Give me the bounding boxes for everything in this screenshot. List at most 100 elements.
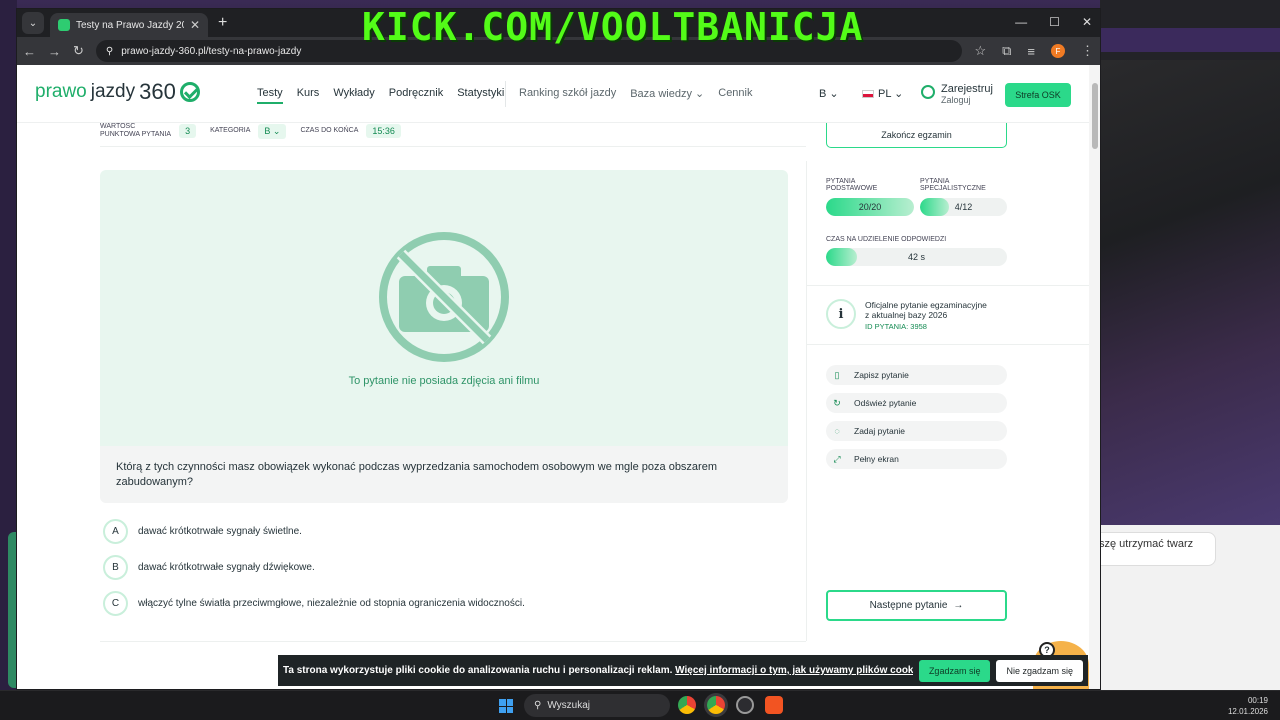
cookie-banner: Ta strona wykorzystuje pliki cookie do a… xyxy=(278,655,1088,686)
category-dropdown[interactable]: B ⌄ xyxy=(819,87,839,100)
cookie-text: Ta strona wykorzystuje pliki cookie do a… xyxy=(283,665,673,676)
progress-value: 42 s xyxy=(907,252,925,262)
nav-item-cennik[interactable]: Cennik xyxy=(718,87,752,100)
refresh-question-button[interactable]: ↻ Odśwież pytanie xyxy=(826,393,1007,413)
maximize-icon[interactable]: ☐ xyxy=(1049,15,1060,29)
no-photo-icon xyxy=(379,232,509,362)
nav-item-baza-wiedzy[interactable]: Baza wiedzy ⌄ xyxy=(630,87,704,100)
user-icon xyxy=(921,85,935,99)
stream-overlay-banner: KICK.COM/VOOLTBANICJA xyxy=(362,5,864,49)
tab-active[interactable]: Testy na Prawo Jazdy 2026 - Da ✕ xyxy=(50,13,208,37)
cookie-disagree-button[interactable]: Nie zgadzam się xyxy=(996,659,1083,682)
arrow-right-icon: → xyxy=(953,600,964,611)
nav-item-statystyki[interactable]: Statystyki xyxy=(457,87,504,104)
question-id: ID PYTANIA: 3958 xyxy=(865,322,927,331)
action-label: Zadaj pytanie xyxy=(854,426,906,436)
chrome-icon[interactable] xyxy=(678,696,696,714)
browser-window: ⌄ Testy na Prawo Jazdy 2026 - Da ✕ + KIC… xyxy=(17,5,1100,689)
answer-letter: B xyxy=(103,555,128,580)
bookmark-star-icon[interactable]: ☆ xyxy=(974,43,986,59)
close-window-icon[interactable]: ✕ xyxy=(1082,15,1092,29)
site-logo[interactable]: prawo jazdy 360 xyxy=(35,79,200,105)
profile-avatar[interactable]: F xyxy=(1051,44,1065,58)
extensions-icon[interactable]: ⧉ xyxy=(1002,43,1011,59)
forward-icon[interactable]: → xyxy=(48,44,61,59)
divider xyxy=(100,146,806,147)
cookie-message: Ta strona wykorzystuje pliki cookie do a… xyxy=(283,665,913,676)
category-value[interactable]: B ⌄ xyxy=(258,123,287,139)
answer-text: dawać krótkotrwałe sygnały dźwiękowe. xyxy=(138,562,315,573)
question-media-area: To pytanie nie posiada zdjęcia ani filmu xyxy=(100,170,788,446)
answer-text: włączyć tylne światła przeciwmgłowe, nie… xyxy=(138,598,525,609)
site-info-icon[interactable]: ⚲ xyxy=(106,46,113,57)
taskbar-search[interactable]: ⚲ Wyszukaj xyxy=(524,694,670,717)
question-source-info: Oficjalne pytanie egzaminacyjne z aktual… xyxy=(865,300,1015,332)
media-icon[interactable]: ≡ xyxy=(1027,44,1035,59)
register-link[interactable]: Zarejestruj xyxy=(941,83,993,95)
login-link[interactable]: Zaloguj xyxy=(941,95,993,105)
main-nav: Testy Kurs Wykłady Podręcznik Statystyki xyxy=(257,87,504,104)
ask-question-button[interactable]: ◌ Zadaj pytanie xyxy=(826,421,1007,441)
answer-option-a[interactable]: A dawać krótkotrwałe sygnały świetlne. xyxy=(103,519,302,544)
exam-content: WARTOŚĆ PUNKTOWA PYTANIA 3 KATEGORIA B ⌄ … xyxy=(17,123,1089,689)
logo-number: 360 xyxy=(139,79,176,104)
url-text: prawo-jazdy-360.pl/testy-na-prawo-jazdy xyxy=(121,45,302,57)
site-favicon-icon xyxy=(58,19,70,31)
basic-questions-progress: 20/20 xyxy=(826,198,914,216)
answer-option-b[interactable]: B dawać krótkotrwałe sygnały dźwiękowe. xyxy=(103,555,315,580)
progress-value: 20/20 xyxy=(858,202,882,212)
fullscreen-button[interactable]: ⤢ Pełny ekran xyxy=(826,449,1007,469)
save-question-button[interactable]: ▯ Zapisz pytanie xyxy=(826,365,1007,385)
refresh-icon: ↻ xyxy=(833,397,841,408)
chat-bubble: szę utrzymać twarz xyxy=(1090,532,1216,566)
poland-flag-icon xyxy=(862,89,874,98)
points-label: WARTOŚĆ PUNKTOWA PYTANIA xyxy=(100,123,172,138)
reload-icon[interactable]: ↻ xyxy=(73,43,84,59)
back-icon[interactable]: ← xyxy=(23,44,36,59)
nav-item-testy[interactable]: Testy xyxy=(257,87,283,104)
logo-word-2: jazdy xyxy=(90,81,136,102)
nav-item-ranking[interactable]: Ranking szkół jazdy xyxy=(519,87,616,100)
language-dropdown[interactable]: PL ⌄ xyxy=(862,87,903,100)
nav-item-wyklady[interactable]: Wykłady xyxy=(333,87,374,104)
next-question-button[interactable]: Następne pytanie → xyxy=(826,590,1007,621)
toolbar-right: ☆ ⧉ ≡ F ⋮ xyxy=(974,43,1094,59)
answer-letter: A xyxy=(103,519,128,544)
nav-item-kurs[interactable]: Kurs xyxy=(297,87,320,104)
time-left-value: 15:36 xyxy=(366,124,401,138)
answer-text: dawać krótkotrwałe sygnały świetlne. xyxy=(138,526,302,537)
answer-time-progress: 42 s xyxy=(826,248,1007,266)
divider xyxy=(807,285,1089,286)
cookie-info-link[interactable]: Więcej informacji o tym, jak używamy pli… xyxy=(675,665,913,676)
windows-start-icon[interactable] xyxy=(499,699,513,713)
clock-date: 12.01.2026 xyxy=(1227,707,1268,716)
cookie-agree-button[interactable]: Zgadzam się xyxy=(918,659,991,682)
time-left-label: CZAS DO KOŃCA xyxy=(300,127,359,134)
window-controls: — ☐ ✕ xyxy=(1015,15,1092,29)
new-tab-button[interactable]: + xyxy=(218,14,227,32)
minimize-icon[interactable]: — xyxy=(1015,15,1027,29)
answer-option-c[interactable]: C włączyć tylne światła przeciwmgłowe, n… xyxy=(103,591,525,616)
page-scrollbar[interactable] xyxy=(1089,65,1100,689)
tab-close-icon[interactable]: ✕ xyxy=(190,18,200,32)
tab-title: Testy na Prawo Jazdy 2026 - Da xyxy=(76,19,184,31)
scrollbar-thumb[interactable] xyxy=(1092,83,1098,149)
chrome-active-icon[interactable] xyxy=(707,696,725,714)
nav-item-podrecznik[interactable]: Podręcznik xyxy=(389,87,443,104)
chat-icon: ◌ xyxy=(834,426,840,436)
background-webcam-view xyxy=(1100,60,1280,525)
obs-icon[interactable] xyxy=(736,696,754,714)
answer-time-label: CZAS NA UDZIELENIE ODPOWIEDZI xyxy=(826,236,947,243)
action-label: Odśwież pytanie xyxy=(854,398,917,408)
end-exam-button[interactable]: Zakończ egzamin xyxy=(826,123,1007,148)
account-links: Zarejestruj Zaloguj xyxy=(941,83,993,105)
brave-icon[interactable] xyxy=(765,696,783,714)
tab-strip: ⌄ Testy na Prawo Jazdy 2026 - Da ✕ + KIC… xyxy=(17,5,1100,49)
tab-search-button[interactable]: ⌄ xyxy=(22,12,44,34)
points-value: 3 xyxy=(179,124,197,138)
panel-divider xyxy=(806,161,807,641)
next-label: Następne pytanie xyxy=(869,600,948,611)
progress-value: 4/12 xyxy=(954,202,973,212)
osk-zone-button[interactable]: Strefa OSK xyxy=(1005,83,1071,107)
browser-menu-icon[interactable]: ⋮ xyxy=(1081,43,1094,59)
